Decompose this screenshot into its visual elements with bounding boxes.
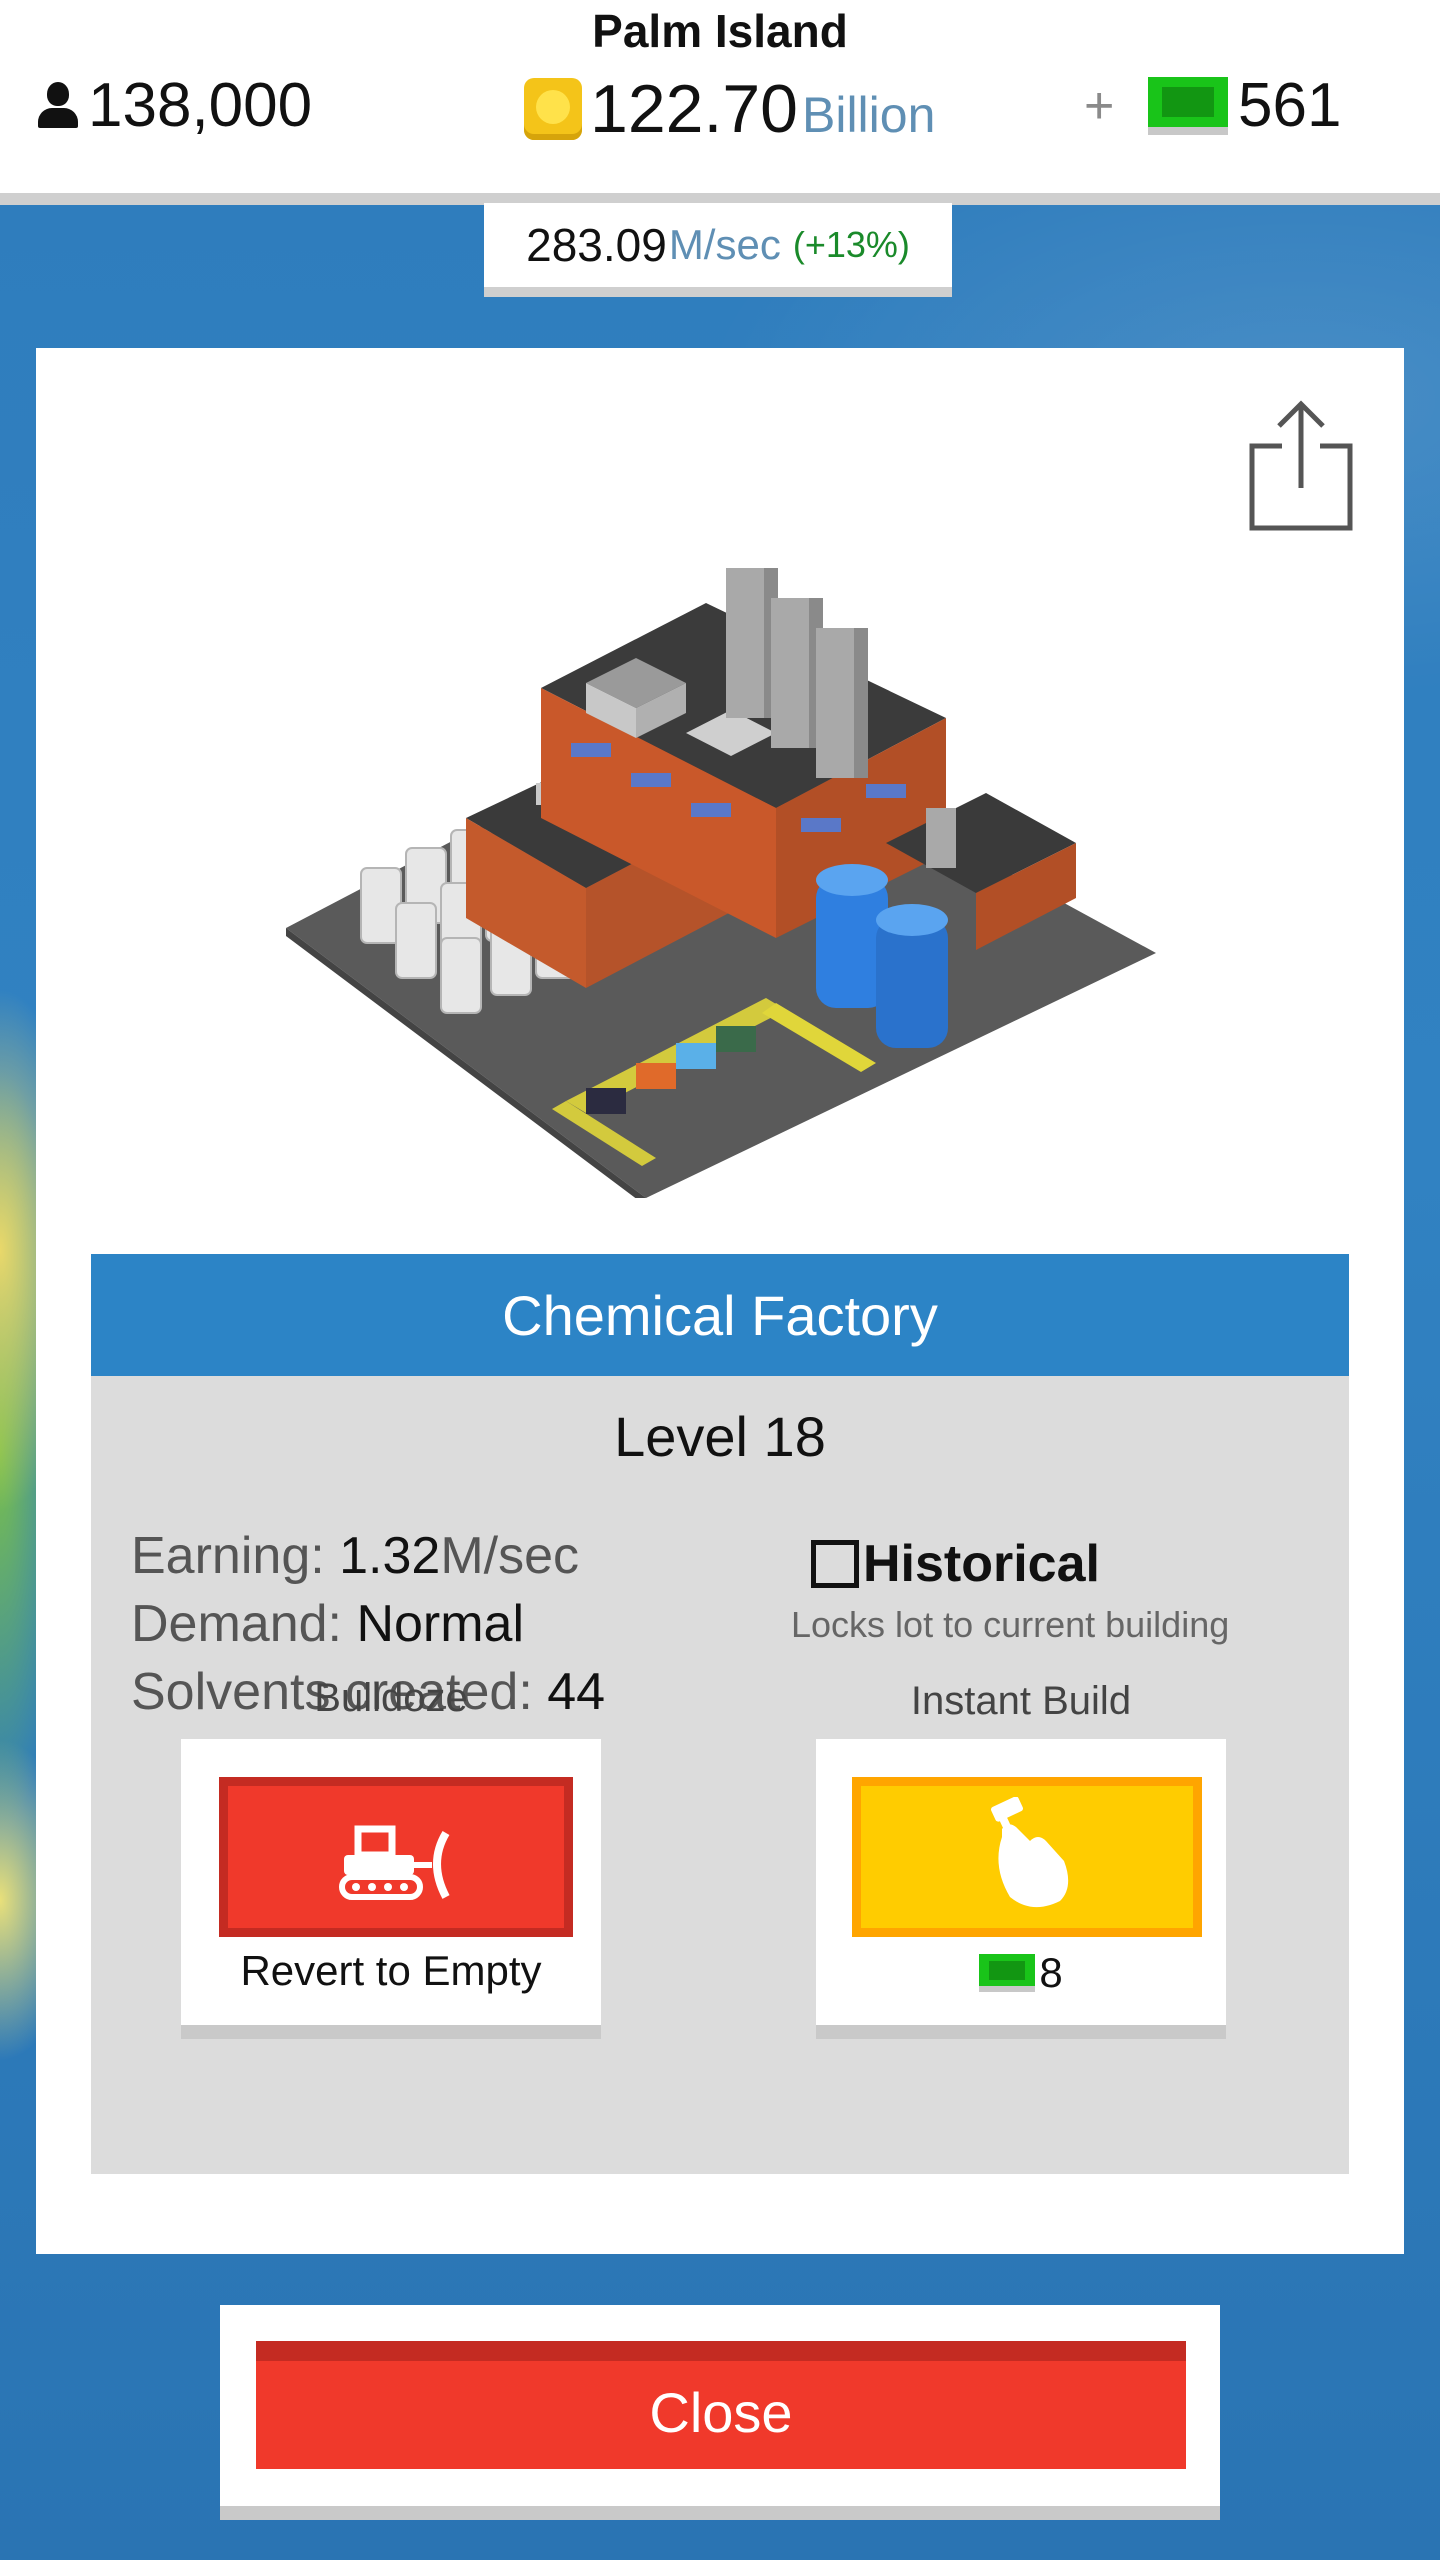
income-rate-tab: 283.09 M/sec (+13%) bbox=[484, 203, 952, 297]
revert-to-empty-label: Revert to Empty bbox=[240, 1947, 542, 1994]
rate-value: 283.09 bbox=[526, 219, 667, 271]
cash-display[interactable]: 561 bbox=[1148, 70, 1341, 141]
building-details-panel: Chemical Factory Level 18 Earning: 1.32M… bbox=[91, 1254, 1349, 2174]
money-value: 122.70 bbox=[590, 71, 798, 147]
earning-unit: M/sec bbox=[440, 1527, 580, 1585]
historical-label: Historical bbox=[863, 1535, 1100, 1593]
historical-row: Historical bbox=[811, 1534, 1231, 1594]
instant-build-button[interactable] bbox=[852, 1777, 1202, 1937]
earning-label: Earning: bbox=[131, 1527, 325, 1585]
bulldoze-card: Revert to Empty bbox=[181, 1739, 601, 2039]
building-name: Chemical Factory bbox=[91, 1254, 1349, 1376]
share-icon[interactable] bbox=[1246, 396, 1356, 536]
instant-build-card: 8 bbox=[816, 1739, 1226, 2039]
historical-description: Locks lot to current building bbox=[791, 1604, 1230, 1645]
bulldoze-button[interactable] bbox=[219, 1777, 573, 1937]
close-button[interactable]: Close bbox=[256, 2341, 1186, 2469]
island-name: Palm Island bbox=[592, 5, 848, 57]
bulldoze-title: Bulldoze bbox=[314, 1676, 468, 1720]
earning-row: Earning: 1.32M/sec bbox=[131, 1522, 605, 1590]
demand-row: Demand: Normal bbox=[131, 1590, 605, 1658]
money-unit: Billion bbox=[801, 87, 936, 143]
rate-unit: M/sec bbox=[668, 221, 781, 268]
demand-label: Demand: bbox=[131, 1595, 342, 1653]
cash-value: 561 bbox=[1238, 71, 1342, 140]
person-icon bbox=[36, 81, 80, 130]
hammer-hand-icon bbox=[991, 1797, 1069, 1908]
close-button-frame: Close bbox=[220, 2305, 1220, 2520]
cash-icon bbox=[1148, 76, 1228, 135]
bulldozer-icon bbox=[339, 1825, 450, 1900]
building-illustration bbox=[286, 568, 1156, 1198]
rate-boost: (+13%) bbox=[792, 224, 910, 265]
building-level: Level 18 bbox=[614, 1405, 826, 1468]
coin-icon bbox=[524, 78, 582, 140]
instant-cost-value: 8 bbox=[1039, 1949, 1063, 1996]
instant-build-cost: 8 bbox=[816, 1949, 1226, 1997]
demand-value: Normal bbox=[356, 1595, 525, 1653]
add-cash-button[interactable]: + bbox=[1084, 76, 1114, 136]
population-display: 138,000 bbox=[36, 70, 312, 141]
top-bar: Palm Island 138,000 122.70 Billion + 561 bbox=[0, 0, 1440, 205]
historical-checkbox[interactable] bbox=[811, 1540, 859, 1588]
instant-build-title: Instant Build bbox=[910, 1679, 1132, 1723]
cash-icon bbox=[979, 1954, 1036, 1992]
population-value: 138,000 bbox=[88, 71, 313, 140]
money-display: 122.70 Billion bbox=[524, 70, 935, 148]
building-info-card: Chemical Factory Level 18 Earning: 1.32M… bbox=[36, 348, 1404, 2254]
historical-toggle[interactable]: Historical Locks lot to current building bbox=[791, 1534, 1231, 1646]
earning-value: 1.32 bbox=[339, 1527, 441, 1585]
